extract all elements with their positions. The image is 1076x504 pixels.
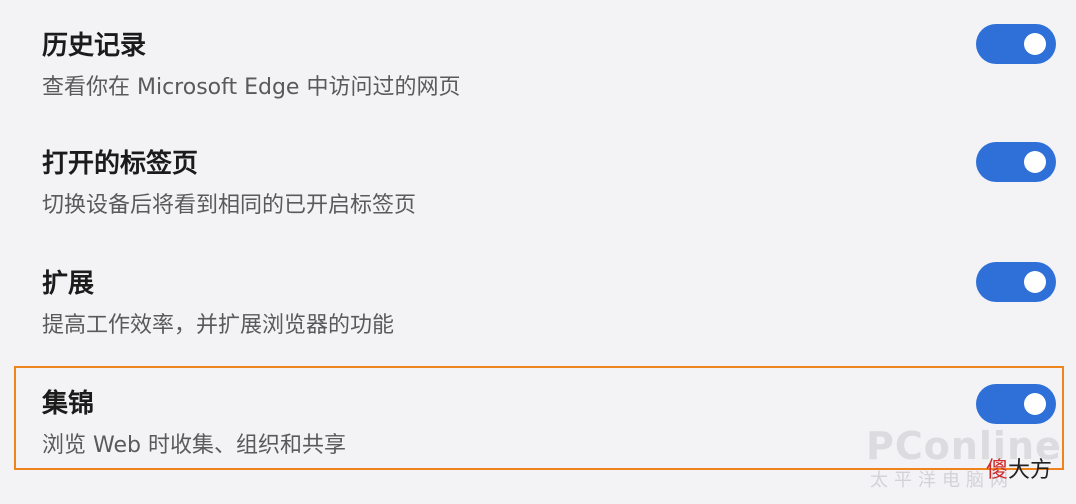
- watermark-author-first: 傻: [986, 458, 1009, 483]
- setting-desc-history: 查看你在 Microsoft Edge 中访问过的网页: [42, 75, 461, 100]
- history-toggle[interactable]: [976, 24, 1056, 64]
- setting-row-extensions: 扩展 提高工作效率，并扩展浏览器的功能: [0, 238, 1076, 356]
- toggle-knob: [1024, 271, 1046, 293]
- setting-title-extensions: 扩展: [42, 269, 95, 299]
- setting-row-history: 历史记录 查看你在 Microsoft Edge 中访问过的网页: [0, 0, 1076, 118]
- setting-title-history: 历史记录: [42, 31, 147, 61]
- setting-title-open-tabs: 打开的标签页: [42, 149, 199, 179]
- watermark-author-rest: 大方: [1008, 458, 1053, 483]
- setting-desc-open-tabs: 切换设备后将看到相同的已开启标签页: [42, 193, 417, 218]
- toggle-knob: [1024, 151, 1046, 173]
- extensions-toggle[interactable]: [976, 262, 1056, 302]
- setting-desc-extensions: 提高工作效率，并扩展浏览器的功能: [42, 313, 395, 338]
- watermark-author: 傻大方: [986, 452, 1052, 484]
- watermark: PConline 太平洋电脑网 傻大方: [862, 424, 1062, 496]
- setting-row-open-tabs: 打开的标签页 切换设备后将看到相同的已开启标签页: [0, 118, 1076, 236]
- toggle-knob: [1024, 33, 1046, 55]
- open-tabs-toggle[interactable]: [976, 142, 1056, 182]
